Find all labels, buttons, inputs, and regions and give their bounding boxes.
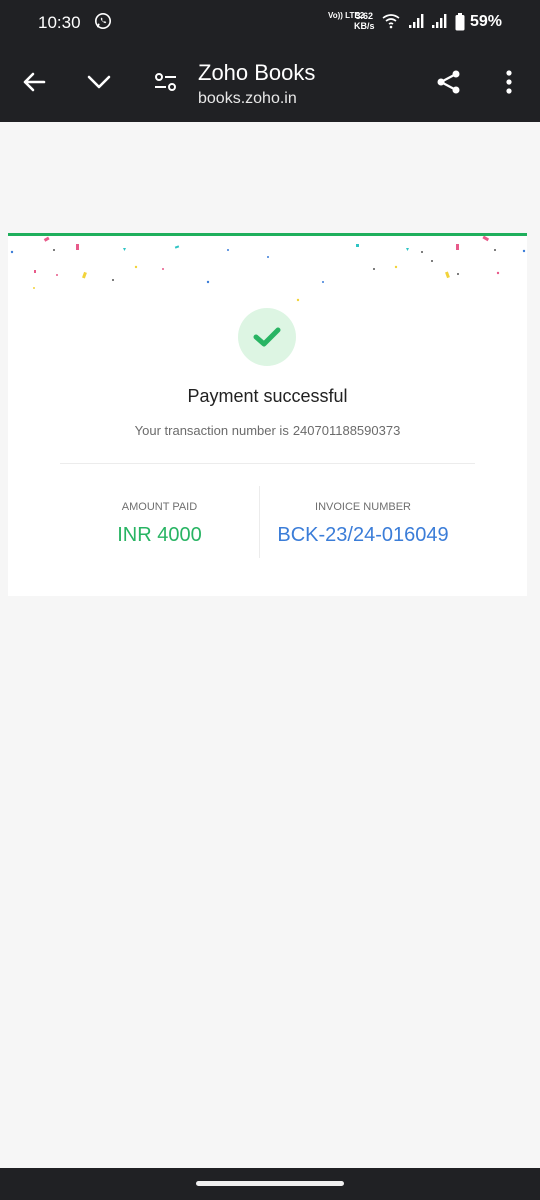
status-bar: 10:30 Vo)) LTE2 3.62 KB/s 59% bbox=[0, 0, 540, 44]
divider bbox=[60, 463, 475, 464]
signal-1-icon bbox=[409, 14, 424, 28]
status-time: 10:30 bbox=[38, 13, 81, 32]
receipt-torn-edge bbox=[8, 584, 527, 596]
network-speed: 3.62 KB/s bbox=[354, 11, 375, 31]
amount-paid-value: INR 4000 bbox=[117, 524, 202, 546]
more-vertical-icon[interactable] bbox=[495, 68, 523, 96]
site-settings-icon[interactable] bbox=[152, 68, 180, 96]
share-icon[interactable] bbox=[435, 68, 463, 96]
invoice-number-link[interactable]: BCK-23/24-016049 bbox=[260, 524, 466, 547]
page-title: Zoho Books bbox=[198, 60, 316, 85]
battery-percent: 59% bbox=[470, 13, 503, 30]
navigation-bar bbox=[0, 1168, 540, 1200]
wifi-icon bbox=[382, 14, 400, 29]
chevron-down-icon[interactable] bbox=[85, 68, 113, 96]
custom-tab-toolbar: Zoho Books books.zoho.in bbox=[0, 44, 540, 122]
vertical-divider bbox=[259, 486, 260, 558]
payment-status-title: Payment successful bbox=[187, 386, 348, 406]
amount-paid-label: AMOUNT PAID bbox=[121, 501, 198, 513]
whatsapp-icon bbox=[94, 12, 112, 30]
checkmark-icon bbox=[253, 327, 281, 347]
home-gesture-pill[interactable] bbox=[196, 1181, 344, 1186]
battery-icon bbox=[455, 13, 465, 31]
signal-2-icon bbox=[432, 14, 447, 28]
speed-value: 3.62 bbox=[355, 11, 374, 21]
success-check-badge bbox=[238, 308, 296, 366]
confetti-decoration bbox=[10, 236, 526, 302]
transaction-prefix: Your transaction number is bbox=[134, 423, 289, 438]
speed-unit: KB/s bbox=[354, 21, 375, 31]
transaction-info: Your transaction number is 24070118859037… bbox=[8, 423, 527, 438]
invoice-number-label: INVOICE NUMBER bbox=[315, 501, 411, 513]
payment-receipt-card: Payment successful Your transaction numb… bbox=[8, 233, 527, 596]
transaction-number: 240701188590373 bbox=[292, 423, 401, 438]
back-arrow-icon[interactable] bbox=[20, 68, 48, 96]
page-url: books.zoho.in bbox=[198, 90, 297, 107]
